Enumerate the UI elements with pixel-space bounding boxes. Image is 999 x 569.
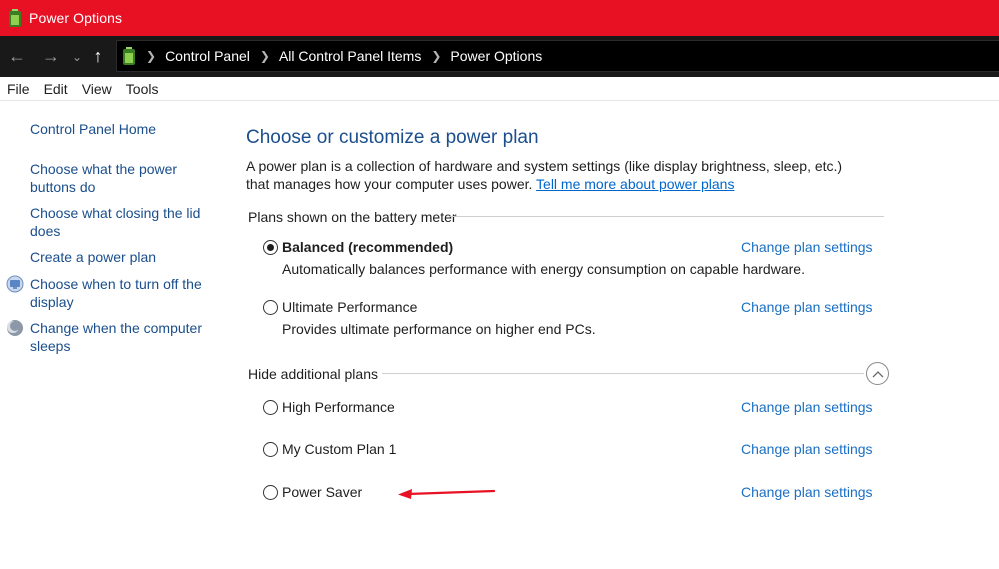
sidebar-item-closing-lid[interactable]: Choose what closing the lid does (30, 204, 210, 240)
plan-description-balanced: Automatically balances performance with … (282, 261, 805, 277)
sidebar-item-computer-sleeps[interactable]: Change when the computer sleeps (30, 319, 210, 355)
battery-icon (9, 9, 21, 27)
up-arrow-icon[interactable]: ↑ (86, 36, 110, 77)
main-content: Choose or customize a power plan A power… (246, 101, 999, 569)
page-description: A power plan is a collection of hardware… (246, 157, 846, 193)
menu-view[interactable]: View (75, 81, 119, 97)
additional-group-header[interactable]: Hide additional plans (248, 366, 378, 382)
moon-icon (7, 320, 23, 336)
address-box[interactable]: ❯ Control Panel ❯ All Control Panel Item… (116, 40, 999, 72)
change-plan-settings-ultimate[interactable]: Change plan settings (741, 299, 873, 315)
plan-description-ultimate: Provides ultimate performance on higher … (282, 321, 596, 337)
tell-me-more-link[interactable]: Tell me more about power plans (536, 176, 734, 192)
title-bar: Power Options (0, 0, 999, 36)
page-title: Choose or customize a power plan (246, 127, 539, 148)
plan-name-power-saver[interactable]: Power Saver (282, 484, 362, 500)
radio-custom-plan[interactable] (263, 442, 278, 457)
breadcrumb-power-options[interactable]: Power Options (450, 48, 542, 64)
address-bar: ← → ⌄ ↑ ❯ Control Panel ❯ All Control Pa… (0, 36, 999, 77)
breadcrumb-all-items[interactable]: All Control Panel Items (279, 48, 421, 64)
menu-tools[interactable]: Tools (119, 81, 166, 97)
breadcrumb-control-panel[interactable]: Control Panel (165, 48, 250, 64)
chevron-down-icon[interactable]: ⌄ (68, 36, 86, 77)
sidebar-item-create-plan[interactable]: Create a power plan (30, 248, 210, 266)
plan-name-ultimate[interactable]: Ultimate Performance (282, 299, 417, 315)
change-plan-settings-balanced[interactable]: Change plan settings (741, 239, 873, 255)
chevron-up-icon (872, 370, 883, 377)
window-title: Power Options (29, 10, 123, 26)
menu-bar: File Edit View Tools (0, 77, 999, 101)
menu-edit[interactable]: Edit (37, 81, 75, 97)
plan-name-high-performance[interactable]: High Performance (282, 399, 395, 415)
change-plan-settings-power-saver[interactable]: Change plan settings (741, 484, 873, 500)
change-plan-settings-custom-plan[interactable]: Change plan settings (741, 441, 873, 457)
sidebar-item-power-buttons[interactable]: Choose what the power buttons do (30, 160, 210, 196)
annotation-arrow-icon (398, 489, 496, 499)
plan-name-custom-plan[interactable]: My Custom Plan 1 (282, 441, 396, 457)
chevron-right-icon[interactable]: ❯ (431, 49, 441, 63)
radio-high-performance[interactable] (263, 400, 278, 415)
battery-group-header: Plans shown on the battery meter (248, 209, 457, 225)
forward-arrow-icon[interactable]: → (34, 36, 68, 77)
chevron-up-icon[interactable] (866, 362, 889, 385)
sidebar-item-turn-off-display[interactable]: Choose when to turn off the display (30, 275, 210, 311)
sidebar: Control Panel Home Choose what the power… (0, 101, 220, 569)
plan-name-balanced[interactable]: Balanced (recommended) (282, 239, 453, 255)
group-divider (382, 373, 864, 374)
radio-ultimate[interactable] (263, 300, 278, 315)
chevron-right-icon: ❯ (146, 49, 157, 63)
battery-icon (123, 47, 135, 65)
group-divider (450, 216, 884, 217)
menu-file[interactable]: File (0, 81, 37, 97)
back-arrow-icon[interactable]: ← (0, 36, 34, 77)
display-icon (6, 275, 24, 293)
radio-balanced[interactable] (263, 240, 278, 255)
radio-power-saver[interactable] (263, 485, 278, 500)
sidebar-item-control-panel-home[interactable]: Control Panel Home (30, 120, 210, 138)
chevron-right-icon[interactable]: ❯ (260, 49, 270, 63)
change-plan-settings-high-performance[interactable]: Change plan settings (741, 399, 873, 415)
